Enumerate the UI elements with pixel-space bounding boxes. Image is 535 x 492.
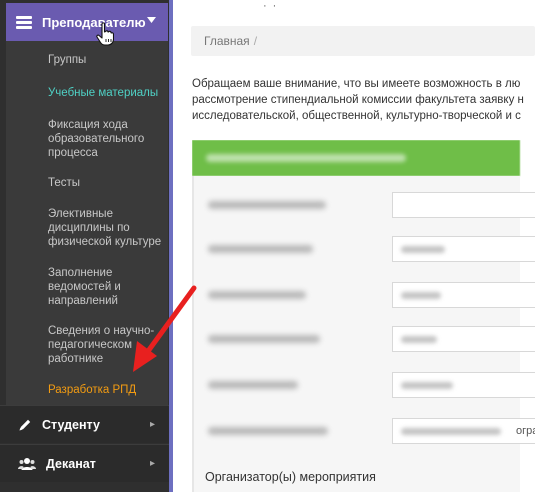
hand-cursor-icon bbox=[96, 22, 114, 46]
form-row bbox=[194, 280, 535, 310]
users-icon bbox=[18, 457, 36, 470]
teacher-submenu: Группы Учебные материалы Фиксация хода о… bbox=[6, 41, 168, 405]
blurred-label bbox=[208, 427, 328, 435]
breadcrumb-home-link[interactable]: Главная bbox=[204, 34, 250, 48]
event-form-panel: огра bbox=[192, 140, 535, 492]
chevron-right-icon: ▸ bbox=[149, 419, 155, 430]
hamburger-icon bbox=[16, 15, 32, 29]
menu-student-label: Студенту bbox=[42, 417, 100, 432]
sidebar-item-tests[interactable]: Тесты bbox=[48, 176, 163, 190]
form-row bbox=[194, 234, 535, 264]
form-input[interactable] bbox=[392, 192, 535, 218]
blurred-label bbox=[208, 245, 313, 253]
notice-line: рассмотрение стипендиальной комиссии фак… bbox=[192, 94, 524, 106]
menu-teacher-label: Преподавателю bbox=[42, 14, 146, 30]
form-row bbox=[194, 190, 535, 220]
form-input[interactable] bbox=[392, 282, 535, 308]
blurred-value bbox=[401, 428, 501, 435]
sidebar-item-groups[interactable]: Группы bbox=[48, 53, 163, 67]
truncated-text: огра bbox=[516, 425, 535, 437]
sidebar-item-study-materials[interactable]: Учебные материалы bbox=[48, 86, 163, 100]
form-header-blurred bbox=[192, 140, 520, 176]
form-row: огра bbox=[194, 416, 535, 446]
blurred-value bbox=[401, 336, 437, 343]
sidebar-accent-bar bbox=[169, 0, 173, 492]
blurred-label bbox=[208, 201, 326, 209]
form-input[interactable] bbox=[392, 236, 535, 262]
menu-dean-label: Деканат bbox=[46, 456, 96, 471]
form-row bbox=[194, 324, 535, 354]
chevron-right-icon: ▸ bbox=[149, 458, 155, 469]
menu-teacher-header[interactable]: Преподавателю bbox=[6, 3, 168, 41]
form-input[interactable] bbox=[392, 326, 535, 352]
form-select[interactable] bbox=[392, 372, 535, 398]
sidebar-item-statements[interactable]: Заполнение ведомостей и направлений bbox=[48, 266, 163, 308]
sidebar: Преподавателю Группы Учебные материалы Ф… bbox=[0, 0, 173, 492]
notice-line: Обращаем ваше внимание, что вы имеете во… bbox=[192, 78, 521, 90]
breadcrumb-separator: / bbox=[253, 34, 258, 48]
blurred-value bbox=[401, 382, 453, 389]
organizer-label: Организатор(ы) мероприятия bbox=[205, 470, 376, 484]
menu-dean[interactable]: Деканат ▸ bbox=[0, 444, 169, 482]
blurred-label bbox=[208, 335, 320, 343]
breadcrumb: Главная / bbox=[191, 26, 535, 56]
notice-text: Обращаем ваше внимание, что вы имеете во… bbox=[192, 76, 535, 124]
blurred-value bbox=[401, 292, 441, 299]
top-dots: ·· bbox=[263, 0, 283, 12]
pencil-icon bbox=[19, 419, 31, 430]
blurred-label bbox=[208, 381, 298, 389]
form-body: огра bbox=[192, 176, 535, 492]
sidebar-item-staff-info[interactable]: Сведения о научно-педагогическом работни… bbox=[48, 324, 163, 366]
form-row bbox=[194, 370, 535, 400]
sidebar-item-rpd-development[interactable]: Разработка РПД bbox=[48, 383, 163, 397]
blurred-label bbox=[208, 291, 306, 299]
blurred-value bbox=[401, 246, 445, 253]
caret-down-icon bbox=[147, 17, 156, 23]
menu-student[interactable]: Студенту ▸ bbox=[0, 405, 169, 443]
sidebar-item-elective-pe[interactable]: Элективные дисциплины по физической куль… bbox=[48, 207, 163, 249]
notice-line: исследовательской, общественной, культур… bbox=[192, 110, 521, 122]
sidebar-item-progress-tracking[interactable]: Фиксация хода образовательного процесса bbox=[48, 118, 163, 160]
form-select[interactable] bbox=[392, 418, 535, 444]
